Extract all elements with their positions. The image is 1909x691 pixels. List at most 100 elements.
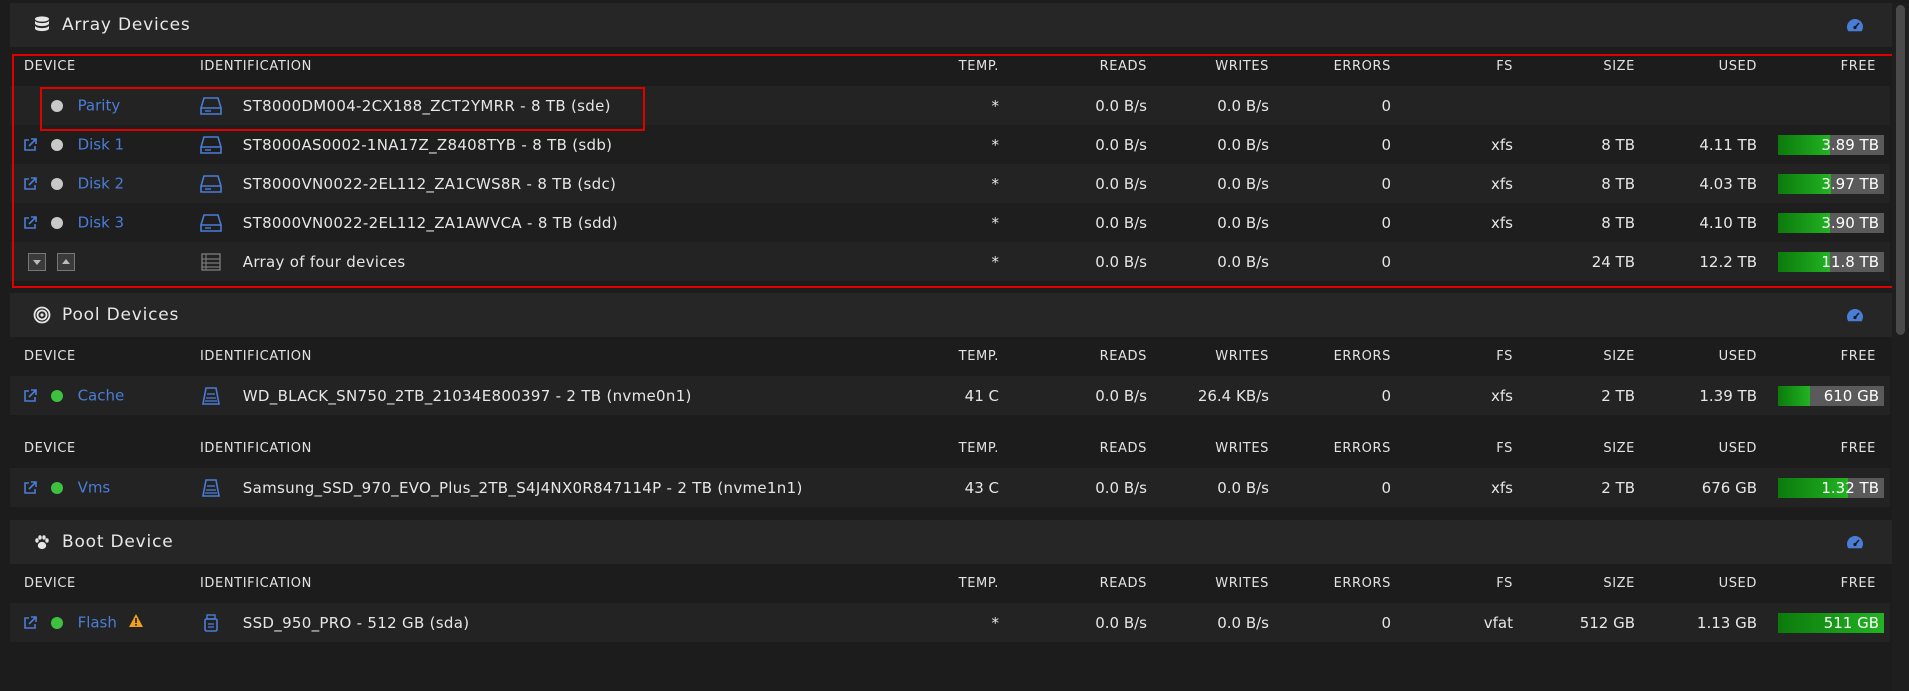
temp-cell: *	[935, 164, 1019, 203]
errors-cell: 0	[1289, 203, 1411, 242]
col-writes: WRITES	[1215, 349, 1269, 364]
hard-drive-icon	[200, 213, 222, 233]
used-cell: 1.39 TB	[1655, 376, 1777, 415]
errors-cell: 0	[1289, 376, 1411, 415]
device-identification: SSD_950_PRO - 512 GB (sda)	[242, 613, 470, 632]
table-header-row: DEVICE IDENTIFICATION TEMP. READS WRITES…	[10, 429, 1890, 468]
col-size: SIZE	[1603, 576, 1635, 591]
free-space-label: 511 GB	[1823, 613, 1879, 632]
device-link-cache[interactable]: Cache	[78, 387, 125, 405]
temp-cell: *	[935, 86, 1019, 125]
device-link-disk2[interactable]: Disk 2	[78, 175, 125, 193]
device-link-disk1[interactable]: Disk 1	[78, 136, 125, 154]
temp-cell: *	[935, 203, 1019, 242]
col-temp: TEMP.	[958, 349, 999, 364]
table-row-disk3: Disk 3 ST8000VN0022-2EL112_ZA1AWVCA - 8 …	[10, 203, 1890, 242]
external-link-icon[interactable]	[22, 388, 40, 404]
errors-cell: 0	[1289, 242, 1411, 281]
pool-cache-table: DEVICE IDENTIFICATION TEMP. READS WRITES…	[10, 337, 1890, 415]
dashboard-icon[interactable]	[1846, 17, 1864, 33]
free-space-label: 11.8 TB	[1821, 252, 1879, 271]
table-row-vms: Vms Samsung_SSD_970_EVO_Plus_2TB_S4J4NX0…	[10, 468, 1890, 507]
device-link-flash[interactable]: Flash	[78, 614, 117, 632]
free-space-label: 3.90 TB	[1821, 213, 1879, 232]
list-icon	[200, 252, 222, 272]
errors-cell: 0	[1289, 86, 1411, 125]
hard-drive-icon	[200, 135, 222, 155]
identification-cell: Array of four devices	[200, 242, 935, 281]
col-identification: IDENTIFICATION	[200, 576, 312, 591]
device-cell: Disk 2	[10, 164, 200, 203]
free-cell: 11.8 TB	[1777, 242, 1890, 281]
device-link-vms[interactable]: Vms	[78, 479, 111, 497]
section-title: Pool Devices	[62, 305, 180, 325]
used-cell: 4.10 TB	[1655, 203, 1777, 242]
warning-icon[interactable]	[128, 613, 144, 632]
paw-icon	[32, 532, 52, 552]
errors-cell: 0	[1289, 164, 1411, 203]
scrollbar[interactable]	[1892, 3, 1909, 691]
external-link-icon[interactable]	[22, 480, 40, 496]
identification-cell: Samsung_SSD_970_EVO_Plus_2TB_S4J4NX0R847…	[200, 468, 935, 507]
temp-cell: *	[935, 242, 1019, 281]
reads-cell: 0.0 B/s	[1019, 125, 1167, 164]
device-cell: Parity	[10, 86, 200, 125]
status-dot-icon	[50, 138, 63, 151]
col-errors: ERRORS	[1333, 441, 1391, 456]
free-cell: 3.90 TB	[1777, 203, 1890, 242]
status-dot-icon	[50, 389, 63, 402]
reads-cell: 0.0 B/s	[1019, 468, 1167, 507]
size-cell: 8 TB	[1533, 164, 1655, 203]
free-cell: 1.32 TB	[1777, 468, 1890, 507]
identification-cell: ST8000AS0002-1NA17Z_Z8408TYB - 8 TB (sdb…	[200, 125, 935, 164]
col-writes: WRITES	[1215, 59, 1269, 74]
spin-up-button[interactable]	[56, 252, 75, 271]
free-space-bar: 511 GB	[1778, 612, 1884, 633]
boot-table: DEVICE IDENTIFICATION TEMP. READS WRITES…	[10, 564, 1890, 642]
free-cell	[1777, 86, 1890, 125]
main-dashboard: Array Devices DEVICE IDENTIFICATION TEMP…	[0, 3, 1909, 691]
identification-cell: SSD_950_PRO - 512 GB (sda)	[200, 603, 935, 642]
reads-cell: 0.0 B/s	[1019, 164, 1167, 203]
col-fs: FS	[1496, 576, 1513, 591]
spin-down-button[interactable]	[28, 252, 46, 271]
pool-devices-header: Pool Devices	[10, 293, 1892, 337]
free-space-label: 3.97 TB	[1821, 174, 1879, 193]
device-cell: Disk 1	[10, 125, 200, 164]
scrollbar-thumb[interactable]	[1896, 5, 1905, 335]
col-free: FREE	[1840, 576, 1876, 591]
device-identification: ST8000VN0022-2EL112_ZA1CWS8R - 8 TB (sdc…	[242, 174, 617, 193]
external-link-icon[interactable]	[22, 615, 40, 631]
fs-cell: xfs	[1411, 164, 1533, 203]
external-link-icon[interactable]	[22, 176, 40, 192]
writes-cell: 0.0 B/s	[1167, 468, 1289, 507]
table-header-row: DEVICE IDENTIFICATION TEMP. READS WRITES…	[10, 47, 1890, 86]
external-link-icon[interactable]	[22, 137, 40, 153]
device-identification: ST8000VN0022-2EL112_ZA1AWVCA - 8 TB (sdd…	[242, 213, 618, 232]
device-identification: WD_BLACK_SN750_2TB_21034E800397 - 2 TB (…	[242, 386, 692, 405]
status-dot-icon	[50, 99, 63, 112]
dashboard-icon[interactable]	[1846, 534, 1864, 550]
col-free: FREE	[1840, 441, 1876, 456]
writes-cell: 0.0 B/s	[1167, 125, 1289, 164]
col-used: USED	[1718, 59, 1757, 74]
col-reads: READS	[1099, 349, 1147, 364]
col-reads: READS	[1099, 59, 1147, 74]
used-cell: 4.11 TB	[1655, 125, 1777, 164]
dashboard-icon[interactable]	[1846, 307, 1864, 323]
size-cell: 8 TB	[1533, 125, 1655, 164]
free-space-bar: 610 GB	[1778, 385, 1884, 406]
device-link-parity[interactable]: Parity	[78, 97, 121, 115]
identification-cell: ST8000DM004-2CX188_ZCT2YMRR - 8 TB (sde)	[200, 86, 935, 125]
col-fs: FS	[1496, 349, 1513, 364]
col-temp: TEMP.	[958, 59, 999, 74]
device-link-disk3[interactable]: Disk 3	[78, 214, 125, 232]
free-cell: 3.89 TB	[1777, 125, 1890, 164]
device-cell: Flash	[10, 603, 200, 642]
external-link-icon[interactable]	[22, 215, 40, 231]
col-identification: IDENTIFICATION	[200, 349, 312, 364]
device-identification: ST8000DM004-2CX188_ZCT2YMRR - 8 TB (sde)	[242, 96, 611, 115]
array-summary-label: Array of four devices	[242, 252, 406, 271]
used-cell: 12.2 TB	[1655, 242, 1777, 281]
pool-vms-table: DEVICE IDENTIFICATION TEMP. READS WRITES…	[10, 429, 1890, 507]
